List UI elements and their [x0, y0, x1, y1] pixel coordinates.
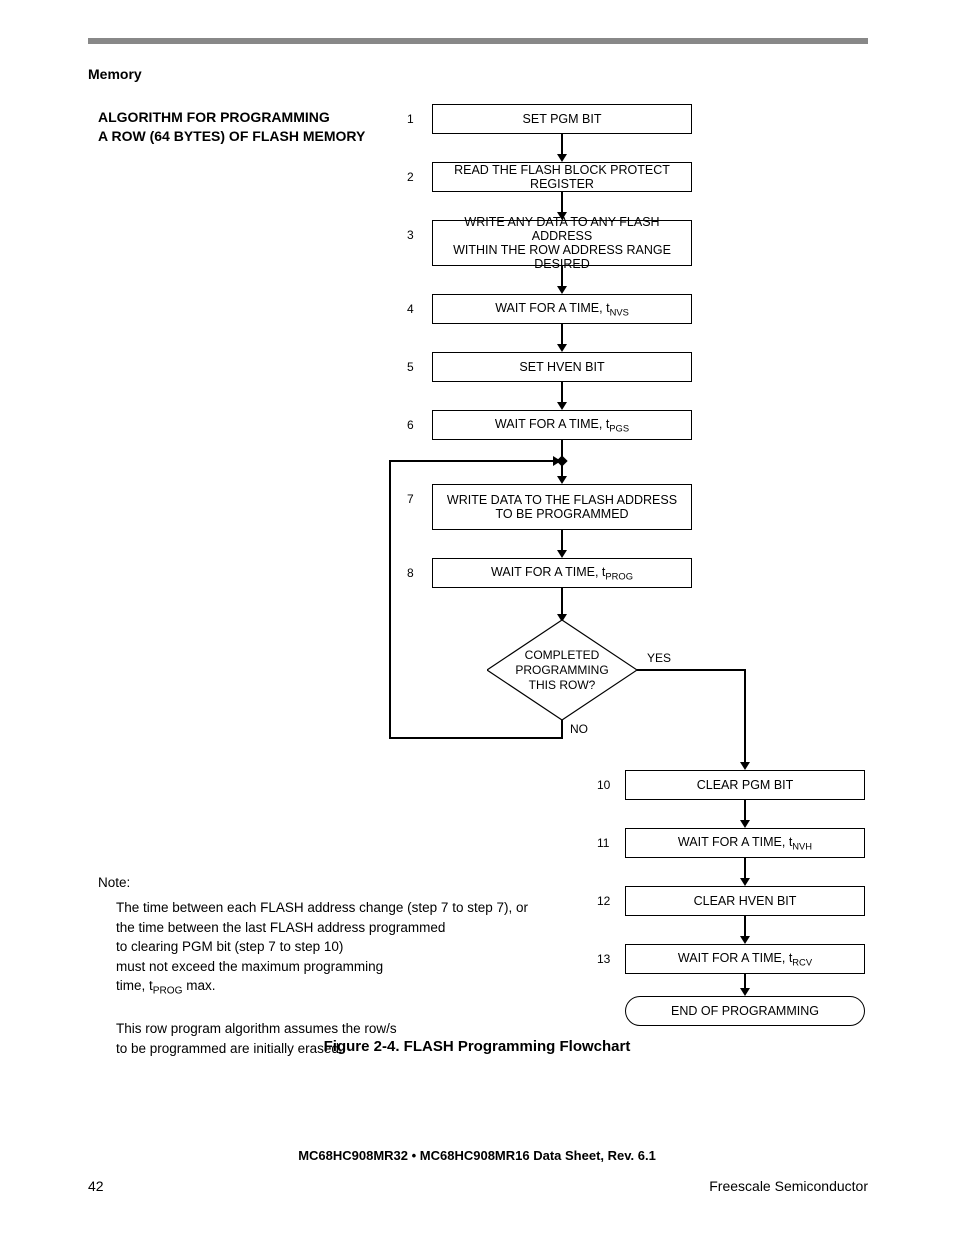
figure-caption: Figure 2-4. FLASH Programming Flowchart: [0, 1038, 954, 1055]
step-5-box: SET HVEN BIT: [432, 352, 692, 382]
step-12-text: CLEAR HVEN BIT: [694, 894, 797, 908]
step-7-box: WRITE DATA TO THE FLASH ADDRESS TO BE PR…: [432, 484, 692, 530]
step-num-3: 3: [407, 228, 414, 242]
note-label: Note:: [98, 873, 130, 893]
step-num-13: 13: [597, 952, 610, 966]
step-6-box: WAIT FOR A TIME, tPGS: [432, 410, 692, 440]
step-7-l1: WRITE DATA TO THE FLASH ADDRESS: [447, 493, 677, 507]
step-num-12: 12: [597, 894, 610, 908]
step-num-2: 2: [407, 170, 414, 184]
step-10-text: CLEAR PGM BIT: [697, 778, 794, 792]
step-8-box: WAIT FOR A TIME, tPROG: [432, 558, 692, 588]
terminator-text: END OF PROGRAMMING: [671, 1004, 819, 1018]
step-num-6: 6: [407, 418, 414, 432]
terminator-box: END OF PROGRAMMING: [625, 996, 865, 1026]
step-1-box: SET PGM BIT: [432, 104, 692, 134]
decision-text: COMPLETED PROGRAMMING THIS ROW?: [515, 648, 608, 693]
step-num-10: 10: [597, 778, 610, 792]
step-4-text: WAIT FOR A TIME, tNVS: [495, 301, 629, 318]
footer-company: Freescale Semiconductor: [709, 1178, 868, 1194]
step-2-text: READ THE FLASH BLOCK PROTECT REGISTER: [433, 163, 691, 191]
step-num-11: 11: [597, 836, 609, 850]
step-10-box: CLEAR PGM BIT: [625, 770, 865, 800]
step-3-l1: WRITE ANY DATA TO ANY FLASH ADDRESS: [433, 215, 691, 243]
step-1-text: SET PGM BIT: [523, 112, 602, 126]
step-num-8: 8: [407, 566, 414, 580]
no-label: NO: [570, 722, 588, 736]
note-body: The time between each FLASH address chan…: [116, 898, 528, 1058]
step-num-4: 4: [407, 302, 414, 316]
step-13-text: WAIT FOR A TIME, tRCV: [678, 951, 812, 968]
step-6-text: WAIT FOR A TIME, tPGS: [495, 417, 629, 434]
step-num-1: 1: [407, 112, 414, 126]
step-11-box: WAIT FOR A TIME, tNVH: [625, 828, 865, 858]
step-3-box: WRITE ANY DATA TO ANY FLASH ADDRESS WITH…: [432, 220, 692, 266]
step-8-text: WAIT FOR A TIME, tPROG: [491, 565, 633, 582]
yes-label: YES: [647, 651, 671, 665]
step-12-box: CLEAR HVEN BIT: [625, 886, 865, 916]
footer-center: MC68HC908MR32 • MC68HC908MR16 Data Sheet…: [0, 1148, 954, 1163]
step-num-7: 7: [407, 492, 414, 506]
page-number: 42: [88, 1178, 104, 1194]
step-4-box: WAIT FOR A TIME, tNVS: [432, 294, 692, 324]
step-2-box: READ THE FLASH BLOCK PROTECT REGISTER: [432, 162, 692, 192]
step-5-text: SET HVEN BIT: [519, 360, 604, 374]
step-11-text: WAIT FOR A TIME, tNVH: [678, 835, 812, 852]
decision-diamond: COMPLETED PROGRAMMING THIS ROW?: [487, 620, 637, 720]
step-num-5: 5: [407, 360, 414, 374]
step-13-box: WAIT FOR A TIME, tRCV: [625, 944, 865, 974]
step-7-l2: TO BE PROGRAMMED: [495, 507, 628, 521]
